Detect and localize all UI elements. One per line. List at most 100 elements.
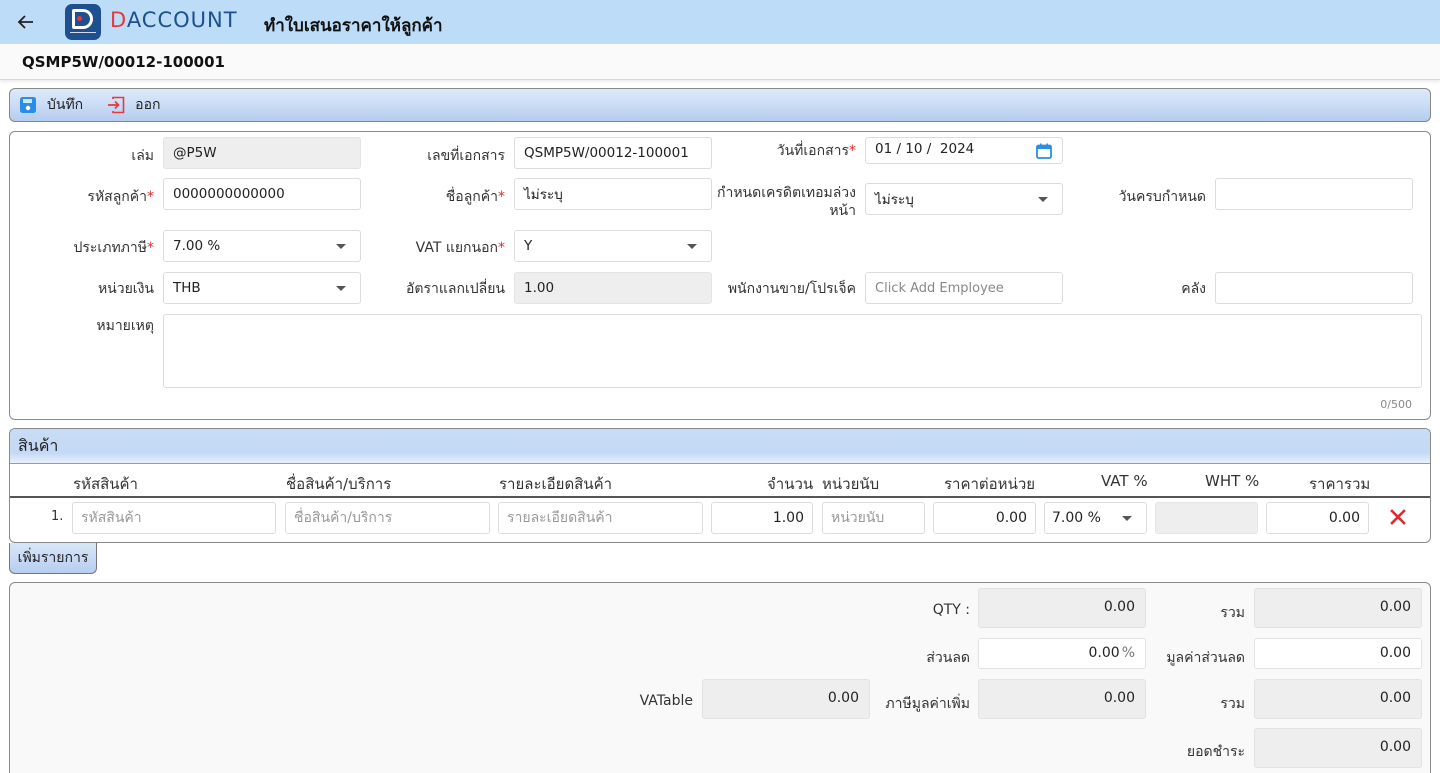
customer-code-label: รหัสลูกค้า* [87, 189, 154, 205]
save-label: บันทึก [47, 97, 84, 113]
total-label: รวม [1220, 696, 1245, 712]
sign-out-icon [107, 96, 125, 114]
grand-total-label: ยอดชำระ [1186, 744, 1245, 760]
floppy-disk-icon [19, 96, 37, 114]
remark-textarea[interactable] [163, 314, 1422, 388]
vatable-label: VATable [639, 693, 693, 709]
caret-down-icon [1038, 197, 1048, 202]
credit-term-select[interactable]: ไม่ระบุ [865, 183, 1063, 215]
product-name-input[interactable]: ชื่อสินค้า/บริการ [285, 502, 490, 534]
exchange-rate-field[interactable]: 1.00 [514, 272, 712, 304]
page-title: ทำใบเสนอราคาให้ลูกค้า [264, 16, 443, 36]
grand-total-field: 0.00 [1254, 728, 1422, 768]
warehouse-field[interactable] [1215, 272, 1413, 304]
due-date-field[interactable] [1215, 178, 1413, 210]
exchange-rate-label: อัตราแลกเปลี่ยน [406, 281, 505, 297]
currency-label: หน่วยเงิน [97, 281, 154, 297]
vat-separate-label: VAT แยกนอก* [415, 240, 505, 256]
doc-no-label: เลขที่เอกสาร [427, 148, 505, 164]
subtotal-label: รวม [1220, 605, 1245, 621]
currency-value: THB [173, 280, 201, 296]
salesperson-label: พนักงานขาย/โปรเจ็ค [727, 281, 856, 297]
arrow-left-icon [17, 15, 33, 29]
exit-label: ออก [135, 97, 161, 113]
col-unit: หน่วยนับ [822, 475, 880, 493]
vat-select[interactable]: 7.00 % [1044, 502, 1147, 534]
discount-percent-input[interactable]: 0.00% [978, 638, 1146, 669]
doc-date-field[interactable]: 01 / 10 / 2024 [865, 137, 1063, 164]
vat-amount-label: ภาษีมูลค่าเพิ่ม [885, 696, 970, 712]
save-button[interactable]: บันทึก [19, 89, 83, 121]
products-panel: สินค้า รหัสสินค้า ชื่อสินค้า/บริการ รายล… [9, 428, 1431, 543]
customer-name-label: ชื่อลูกค้า* [445, 189, 505, 205]
col-wht: WHT % [1205, 472, 1260, 490]
tax-type-label: ประเภทภาษี* [73, 240, 155, 256]
doc-date-label: วันที่เอกสาร* [776, 143, 856, 159]
products-column-header: รหัสสินค้า ชื่อสินค้า/บริการ รายละเอียดส… [10, 464, 1430, 498]
caret-down-icon [336, 286, 346, 291]
col-product-detail: รายละเอียดสินค้า [499, 475, 613, 493]
caret-down-icon [336, 244, 346, 249]
customer-name-field[interactable]: ไม่ระบุ [514, 178, 712, 210]
unit-price-input[interactable]: 0.00 [933, 502, 1036, 534]
doc-number-bar: QSMP5W/00012-100001 [0, 44, 1440, 80]
exit-button[interactable]: ออก [107, 89, 160, 121]
col-product-code: รหัสสินค้า [73, 475, 138, 493]
warehouse-label: คลัง [1181, 281, 1206, 297]
app-header: DACCOUNT ทำใบเสนอราคาให้ลูกค้า [0, 0, 1440, 44]
vat-value: 7.00 % [1052, 510, 1101, 526]
document-form: เล่ม @P5W เลขที่เอกสาร QSMP5W/00012-1000… [9, 131, 1431, 420]
line-total-field[interactable]: 0.00 [1266, 502, 1369, 534]
unit-input[interactable]: หน่วยนับ [822, 502, 925, 534]
vat-separate-select[interactable]: Y [514, 230, 712, 262]
salesperson-field[interactable]: Click Add Employee [865, 272, 1063, 304]
add-item-button[interactable]: เพิ่มรายการ [9, 543, 97, 574]
tax-type-select[interactable]: 7.00 % [163, 230, 361, 262]
brand-name: DACCOUNT [110, 8, 238, 32]
col-unit-price: ราคาต่อหน่วย [944, 475, 1036, 493]
caret-down-icon [687, 244, 697, 249]
vat-separate-value: Y [524, 238, 533, 254]
remark-label: หมายเหตุ [96, 318, 154, 334]
delete-row-button[interactable] [1389, 508, 1409, 528]
doc-date-value: 01 / 10 / 2024 [875, 140, 975, 157]
row-number: 1. [51, 509, 64, 524]
doc-no-field[interactable]: QSMP5W/00012-100001 [514, 137, 712, 169]
remark-char-counter: 0/500 [1380, 398, 1412, 411]
credit-term-label: กำหนดเครดิตเทอมล่วง หน้า [716, 185, 856, 219]
app-logo-icon [65, 4, 101, 40]
tax-type-value: 7.00 % [173, 238, 221, 254]
discount-amount-input[interactable]: 0.00 [1254, 638, 1422, 669]
product-code-input[interactable]: รหัสสินค้า [72, 502, 276, 534]
caret-down-icon [1122, 516, 1132, 521]
close-x-icon [1390, 509, 1406, 525]
discount-percent-value: 0.00 [1088, 645, 1120, 661]
total-field: 0.00 [1254, 679, 1422, 719]
product-detail-input[interactable]: รายละเอียดสินค้า [498, 502, 703, 534]
summary-panel: QTY : 0.00 รวม 0.00 ส่วนลด 0.00% มูลค่าส… [9, 582, 1431, 773]
calendar-icon[interactable] [1036, 143, 1052, 163]
percent-unit: % [1121, 645, 1135, 661]
qty-label: QTY : [932, 602, 970, 618]
products-title: สินค้า [10, 429, 1430, 464]
customer-code-field[interactable]: 0000000000000 [163, 178, 361, 210]
credit-term-value: ไม่ระบุ [875, 192, 914, 208]
action-toolbar: บันทึก ออก [9, 88, 1431, 122]
document-number: QSMP5W/00012-100001 [22, 53, 225, 71]
book-label: เล่ม [131, 148, 154, 164]
subtotal-field: 0.00 [1254, 588, 1422, 628]
discount-label: ส่วนลด [926, 650, 970, 666]
quantity-input[interactable]: 1.00 [711, 502, 813, 534]
vatable-field: 0.00 [702, 679, 870, 719]
col-product-name: ชื่อสินค้า/บริการ [286, 475, 392, 493]
due-date-label: วันครบกำหนด [1118, 189, 1206, 205]
back-button[interactable] [14, 10, 38, 34]
wht-field[interactable] [1155, 502, 1258, 534]
col-vat: VAT % [1101, 472, 1148, 490]
col-total: ราคารวม [1309, 475, 1371, 493]
col-quantity: จำนวน [767, 475, 814, 493]
discount-amount-label: มูลค่าส่วนลด [1166, 650, 1245, 666]
vat-amount-field: 0.00 [978, 679, 1146, 719]
book-field[interactable]: @P5W [163, 137, 361, 169]
currency-select[interactable]: THB [163, 272, 361, 304]
